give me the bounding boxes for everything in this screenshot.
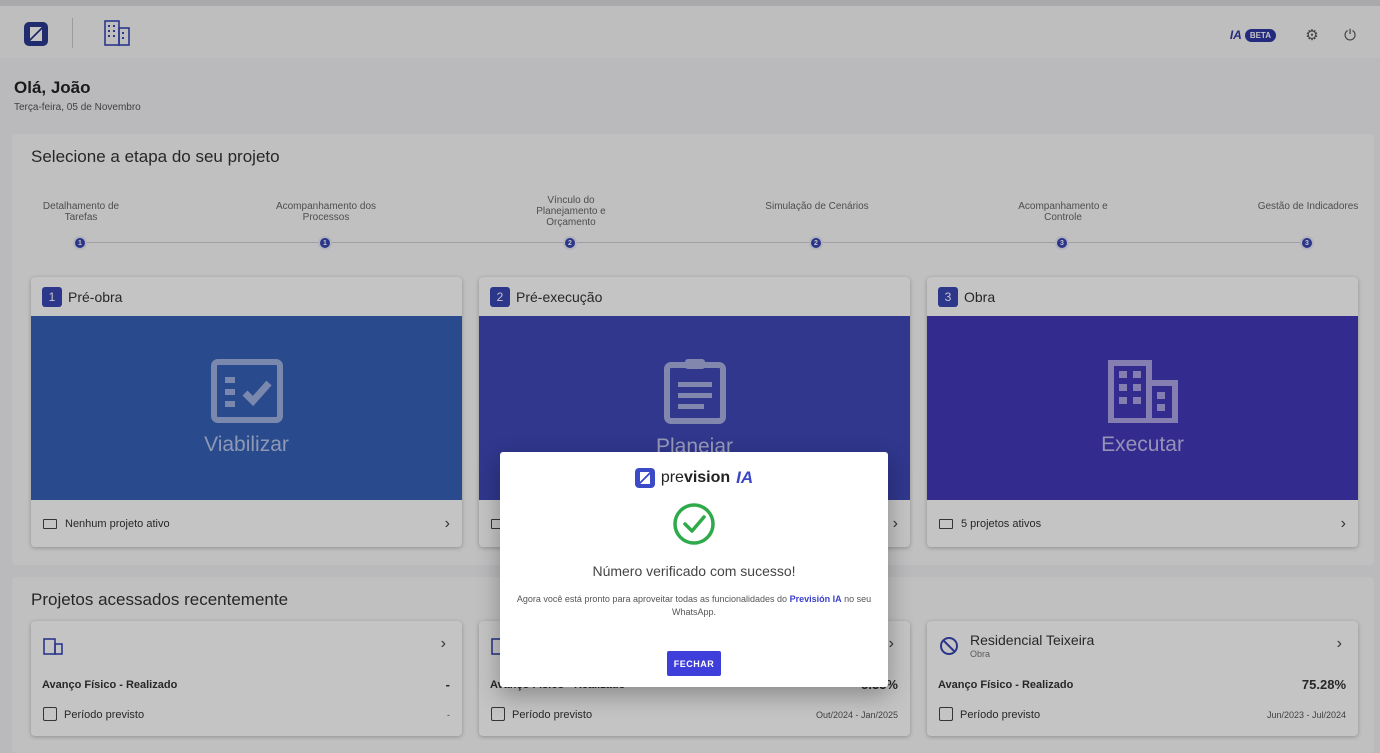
prevision-logo — [634, 468, 655, 488]
brand-ia: IA — [736, 468, 754, 487]
prevision-ia-brand: prevision IA — [500, 468, 888, 488]
dialog-message: Agora você está pronto para aproveitar t… — [516, 594, 872, 617]
success-check-icon — [673, 503, 715, 545]
close-button[interactable]: FECHAR — [667, 651, 721, 676]
verification-dialog: prevision IA Número verificado com suces… — [500, 452, 888, 687]
brand-highlight: Previsión IA — [789, 594, 842, 604]
brand-name: prevision — [660, 469, 731, 486]
dialog-title: Número verificado com sucesso! — [592, 563, 796, 579]
